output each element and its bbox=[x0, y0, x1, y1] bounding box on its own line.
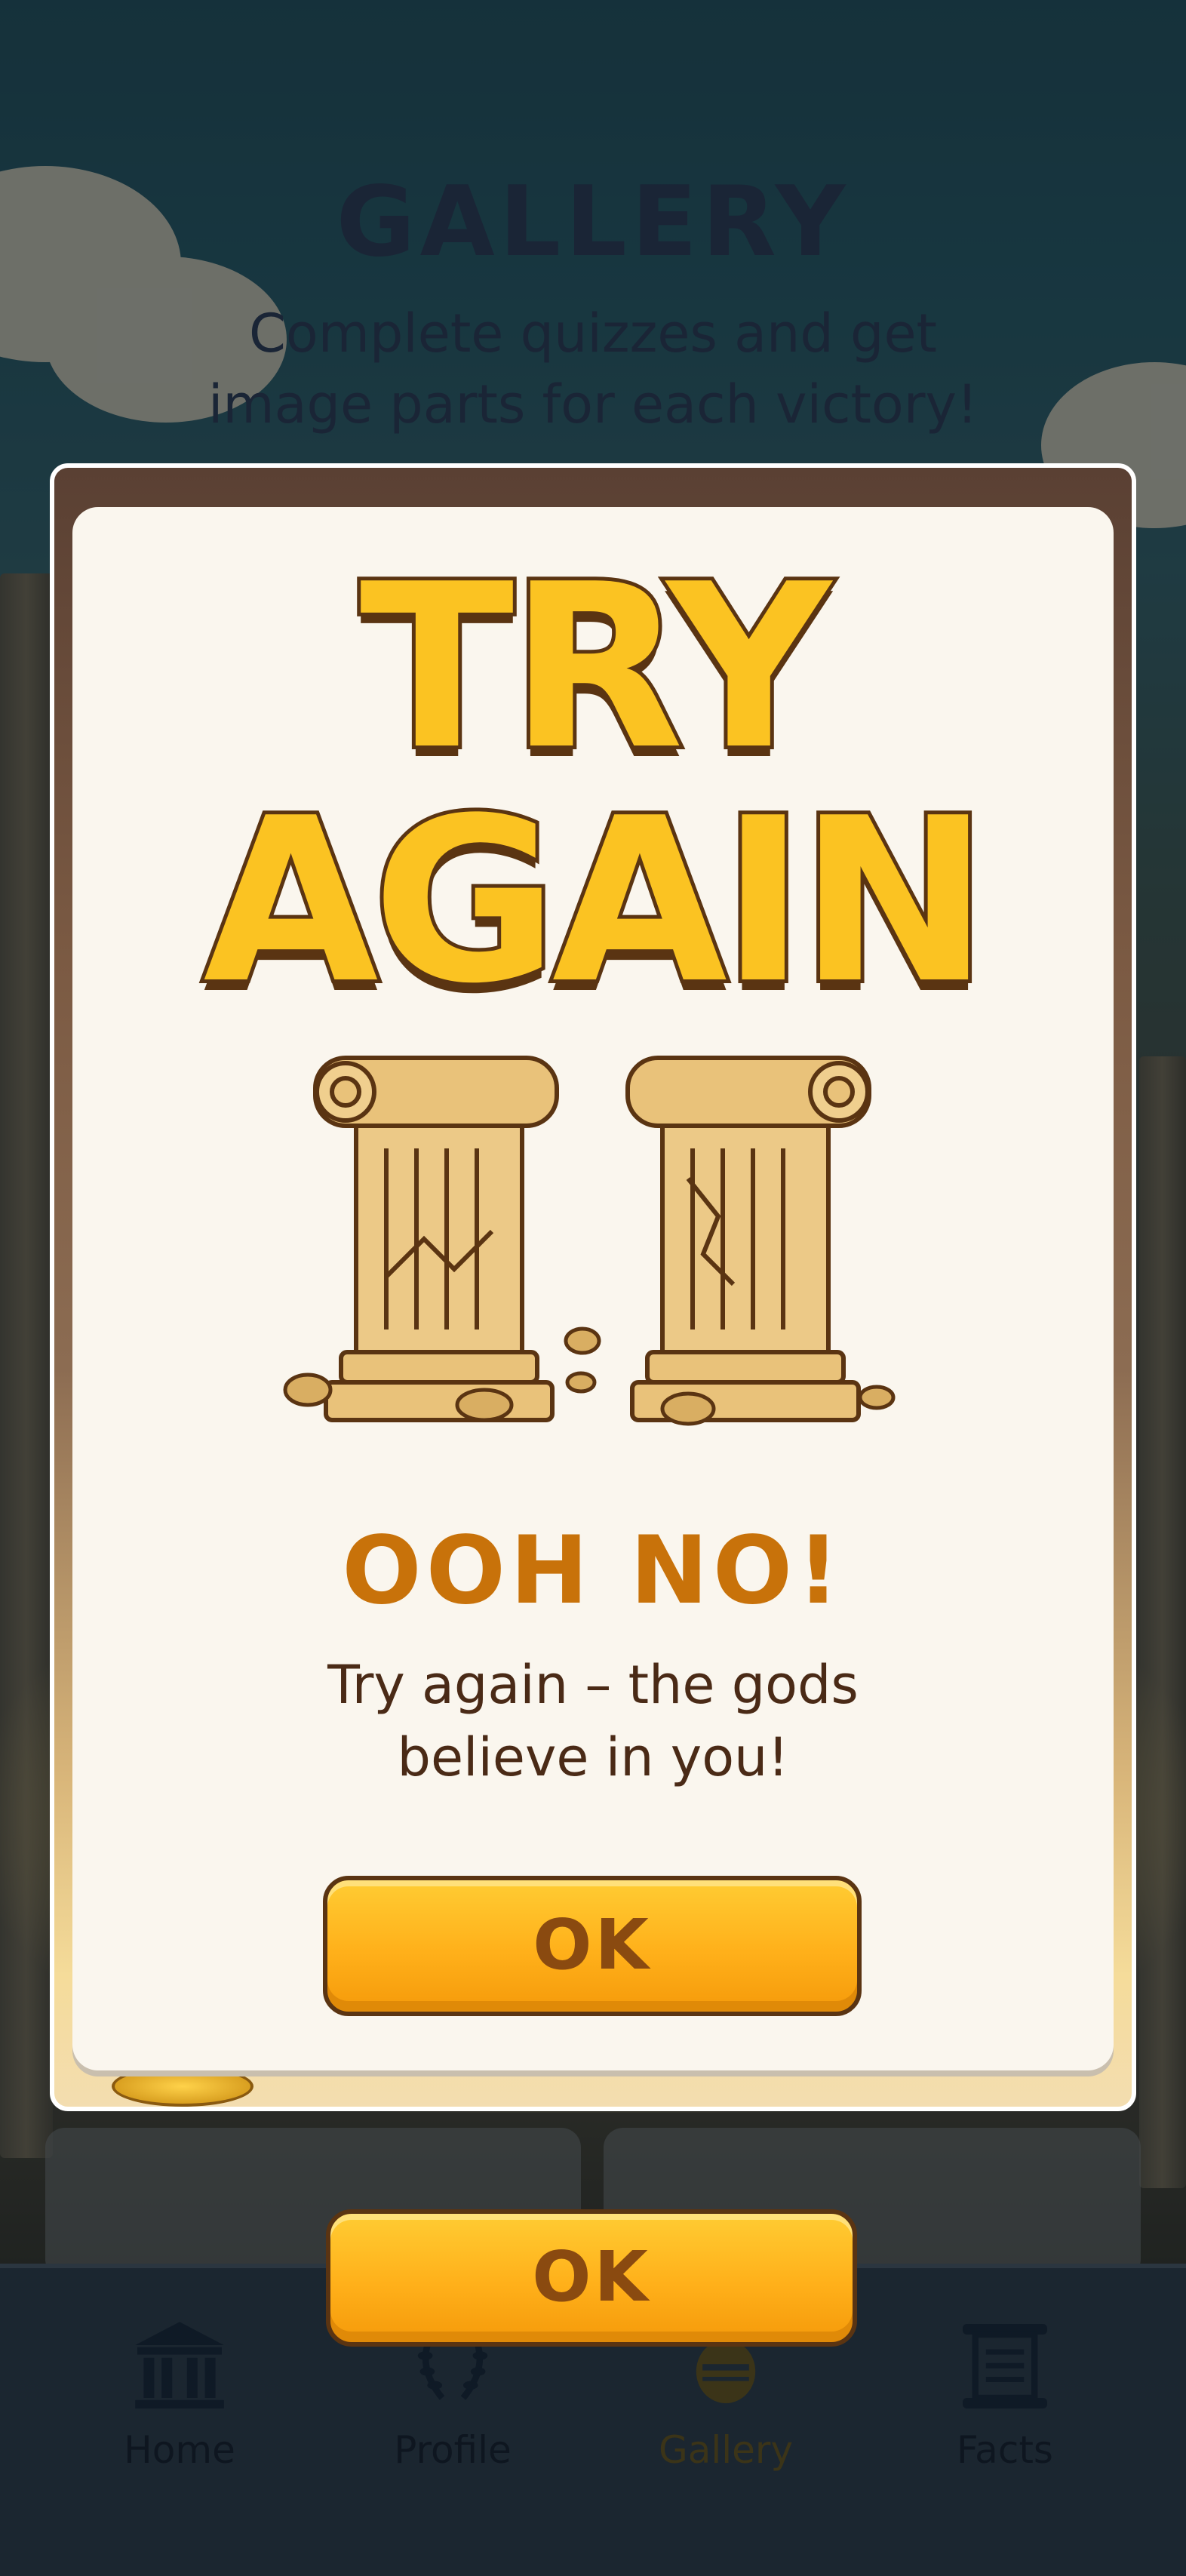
modal-ok-button[interactable]: OK bbox=[323, 1876, 862, 2016]
nav-item-facts[interactable]: Facts bbox=[892, 2313, 1118, 2472]
nav-label-facts: Facts bbox=[957, 2428, 1053, 2472]
gallery-subtitle: Complete quizzes and get image parts for… bbox=[207, 303, 979, 435]
broken-columns-icon bbox=[283, 1056, 896, 1426]
modal-title-line2: AGAIN bbox=[199, 770, 992, 1033]
nav-label-profile: Profile bbox=[394, 2428, 512, 2472]
gallery-title: GALLERY bbox=[336, 166, 850, 278]
modal-title-line1: TRY bbox=[356, 536, 834, 799]
nav-item-home[interactable]: Home bbox=[66, 2313, 293, 2472]
scroll-icon bbox=[963, 2324, 1047, 2408]
nav-label-home: Home bbox=[124, 2428, 235, 2472]
modal-message: Try again – the gods believe in you! bbox=[327, 1654, 859, 1788]
bottom-ok-button[interactable]: OK bbox=[326, 2209, 857, 2347]
nav-label-gallery: Gallery bbox=[658, 2428, 794, 2472]
modal-heading: OOH NO! bbox=[342, 1517, 844, 1625]
temple-icon bbox=[135, 2322, 224, 2408]
coin-icon bbox=[112, 2066, 253, 2107]
